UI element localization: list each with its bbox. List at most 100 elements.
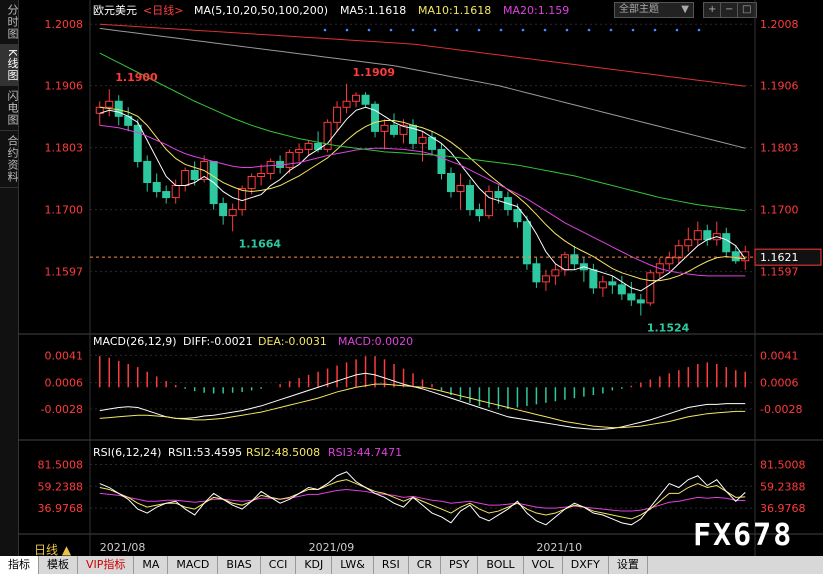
price-annotation: 1.1900 [115,71,158,84]
candle-body [152,182,161,193]
y-tick-label-left: 36.9768 [38,502,84,515]
signal-dot [565,28,569,32]
signal-dot [697,28,701,32]
candle-body [589,269,598,289]
candle-body [532,263,541,283]
y-tick-label-left: 1.1700 [45,204,84,217]
signal-dot [609,28,613,32]
candle-body [693,230,702,241]
candle-body [731,251,740,262]
indicator-tab-0[interactable]: 指标 [0,556,39,574]
candle-body [190,169,199,181]
candle-body [570,254,579,265]
candle-body [380,124,389,132]
signal-dot [433,28,437,32]
indicator-tab-3[interactable]: MA [134,556,169,574]
indicator-tab-9[interactable]: RSI [374,556,409,574]
y-tick-label-right: 1.1803 [760,142,799,155]
price-annotation: 1.1524 [647,322,690,335]
y-tick-label-right: 1.1906 [760,80,799,93]
candle-body [105,100,114,108]
x-tick-label: 2021/09 [309,541,355,554]
y-tick-label-right: 1.1597 [760,266,799,279]
signal-dot [543,28,547,32]
candle-body [266,160,275,174]
signal-dot [477,28,481,32]
indicator-tab-12[interactable]: BOLL [478,556,524,574]
y-tick-label-left: 1.1597 [45,266,84,279]
candle-body [143,160,152,184]
indicator-tab-10[interactable]: CR [409,556,442,574]
indicator-tab-13[interactable]: VOL [524,556,563,574]
candle-body [722,233,731,253]
indicator-tab-15[interactable]: 设置 [609,556,648,574]
candle-body [228,209,237,217]
signal-dot [367,28,371,32]
y-tick-label-left: 59.2388 [38,480,84,493]
y-tick-label-left: 0.0041 [45,349,84,362]
candle-body [371,103,380,132]
candle-body [684,239,693,247]
price-annotation: 1.1909 [353,66,395,79]
candle-body [636,299,645,304]
signal-dot [389,28,393,32]
signal-dot [323,28,327,32]
x-tick-label: 2021/08 [100,541,146,554]
signal-dot [675,28,679,32]
candle-body [541,275,550,283]
rsi1-label: RSI1:53.4595 [168,446,242,459]
candle-body [295,148,304,153]
candle-body [133,124,142,162]
candle-body [342,100,351,108]
candle-body [456,185,465,193]
candle-body [390,124,399,135]
candle-body [646,272,655,304]
candle-body [361,94,370,105]
y-tick-label-left: -0.0028 [41,403,83,416]
y-tick-label-left: 1.1906 [45,80,84,93]
y-tick-label-right: 81.5008 [760,458,806,471]
ma100-line [99,27,746,149]
indicator-tab-6[interactable]: CCI [261,556,297,574]
indicator-tab-2[interactable]: VIP指标 [78,556,135,574]
candle-body [465,185,474,211]
chart-canvas[interactable]: 1.2008 1.2008 1.1906 1.1906 1.1803 1.1803 1.17… [0,0,823,556]
indicator-tab-4[interactable]: MACD [168,556,219,574]
header-ma5: MA5:1.1618 [340,4,406,17]
signal-dot [345,28,349,32]
candle-body [437,148,446,174]
candle-body [665,257,674,265]
indicator-tab-5[interactable]: BIAS [218,556,261,574]
rsi-title: RSI(6,12,24) [93,446,161,459]
candle-body [703,230,712,241]
indicator-tab-1[interactable]: 模板 [39,556,78,574]
candle-body [285,151,294,168]
y-tick-label-right: 59.2388 [760,480,806,493]
candle-body [608,281,617,286]
candle-body [247,176,256,190]
macd-value-label: MACD:0.0020 [338,335,413,348]
candle-body [513,209,522,223]
candle-body [257,172,266,178]
header-period: <日线> [143,3,183,17]
y-tick-label-right: 1.1700 [760,204,799,217]
candle-body [304,142,313,150]
indicator-tab-8[interactable]: LW& [332,556,374,574]
candle-body [314,142,323,150]
y-tick-label-left: 1.2008 [45,18,84,31]
candle-body [617,284,626,295]
y-tick-label-left: 1.1803 [45,142,84,155]
candle-body [181,169,190,187]
x-tick-label: 2021/10 [536,541,582,554]
y-tick-label-right: 0.0006 [760,377,799,390]
candle-body [627,293,636,301]
macd-diff-label: DIFF:-0.0021 [183,335,253,348]
candle-body [551,269,560,277]
header-symbol: 欧元美元 [93,4,137,17]
macd-dea-label: DEA:-0.0031 [258,335,327,348]
candle-body [674,245,683,259]
indicator-tab-7[interactable]: KDJ [296,556,333,574]
indicator-tab-11[interactable]: PSY [441,556,479,574]
y-tick-label-right: 36.9768 [760,502,806,515]
indicator-tab-14[interactable]: DXFY [563,556,609,574]
